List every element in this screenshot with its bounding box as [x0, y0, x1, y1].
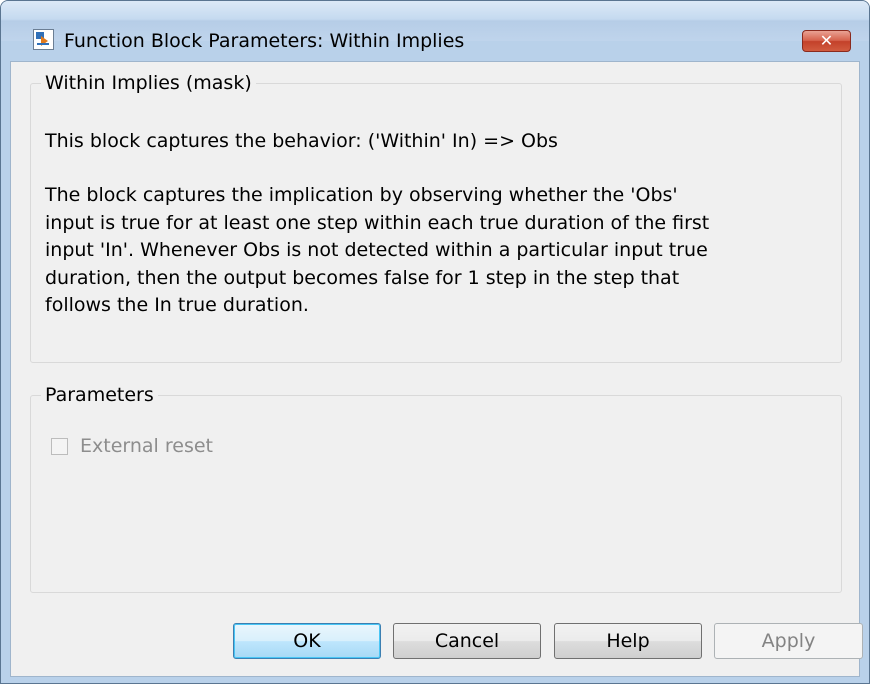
dialog-body: Within Implies (mask) This block capture…: [10, 61, 863, 677]
close-icon: ✕: [819, 31, 834, 50]
description-line: The block captures the implication by ob…: [45, 184, 678, 206]
simulink-block-icon: [33, 29, 54, 50]
block-description-text: The block captures the implication by ob…: [45, 182, 709, 320]
description-line: follows the In true duration.: [45, 294, 309, 316]
parameters-group-legend: Parameters: [41, 384, 158, 406]
description-line: input is true for at least one step with…: [45, 211, 710, 234]
parameters-group: [30, 395, 842, 593]
title-bar[interactable]: Function Block Parameters: Within Implie…: [1, 1, 869, 52]
mask-group-legend: Within Implies (mask): [41, 72, 256, 94]
external-reset-checkbox[interactable]: [51, 437, 68, 455]
external-reset-label: External reset: [80, 435, 213, 457]
cancel-button[interactable]: Cancel: [393, 623, 541, 659]
close-button[interactable]: ✕: [802, 30, 851, 52]
window-title: Function Block Parameters: Within Implie…: [64, 30, 465, 52]
description-line: input 'In'. Whenever Obs is not detected…: [45, 239, 708, 261]
description-line: duration, then the output becomes false …: [45, 266, 680, 289]
block-summary-text: This block captures the behavior: ('With…: [45, 130, 558, 152]
apply-button[interactable]: Apply: [714, 623, 863, 659]
dialog-window: Function Block Parameters: Within Implie…: [0, 0, 870, 684]
ok-button[interactable]: OK: [233, 623, 381, 659]
help-button[interactable]: Help: [554, 623, 702, 659]
external-reset-option[interactable]: External reset: [51, 434, 213, 458]
